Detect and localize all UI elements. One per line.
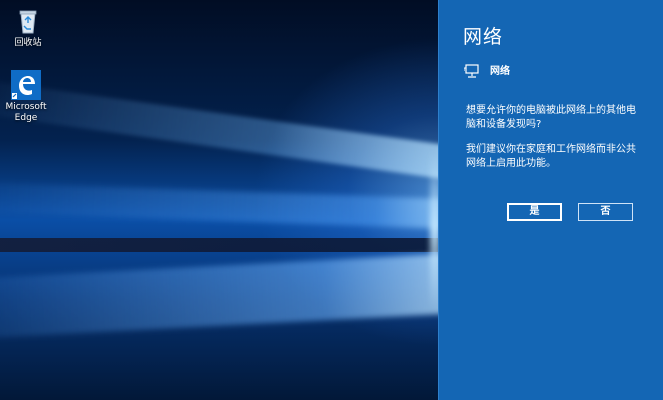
yes-button[interactable]: 是 bbox=[507, 203, 562, 221]
wallpaper-dark-band bbox=[0, 238, 440, 252]
wallpaper-light-beam bbox=[0, 181, 440, 230]
network-name: 网络 bbox=[490, 66, 510, 77]
network-discovery-panel: 网络 网络 想要允许你的电脑被此网络上的其他电脑和设备发现吗? 我们建议你在家庭… bbox=[438, 0, 663, 400]
network-entry: 网络 bbox=[463, 62, 510, 78]
discovery-advice: 我们建议你在家庭和工作网络而非公共网络上启用此功能。 bbox=[466, 144, 636, 169]
wallpaper-light-beam bbox=[0, 252, 440, 340]
recycle-bin-icon bbox=[13, 6, 43, 36]
panel-title: 网络 bbox=[463, 26, 504, 48]
network-monitor-icon bbox=[463, 63, 480, 78]
desktop-icon-label: Edge bbox=[14, 113, 38, 123]
desktop-wallpaper: 回收站 Microsoft Edge bbox=[0, 0, 440, 400]
no-button[interactable]: 否 bbox=[578, 203, 633, 221]
desktop-icon-label: Microsoft bbox=[5, 102, 47, 112]
discovery-question: 想要允许你的电脑被此网络上的其他电脑和设备发现吗? bbox=[466, 105, 636, 130]
desktop-icon-microsoft-edge[interactable]: Microsoft Edge bbox=[0, 70, 52, 124]
desktop-icon-label: 回收站 bbox=[14, 38, 42, 48]
edge-icon bbox=[11, 70, 41, 100]
wallpaper-light-beam bbox=[0, 77, 440, 184]
desktop-icon-recycle-bin[interactable]: 回收站 bbox=[2, 6, 54, 49]
